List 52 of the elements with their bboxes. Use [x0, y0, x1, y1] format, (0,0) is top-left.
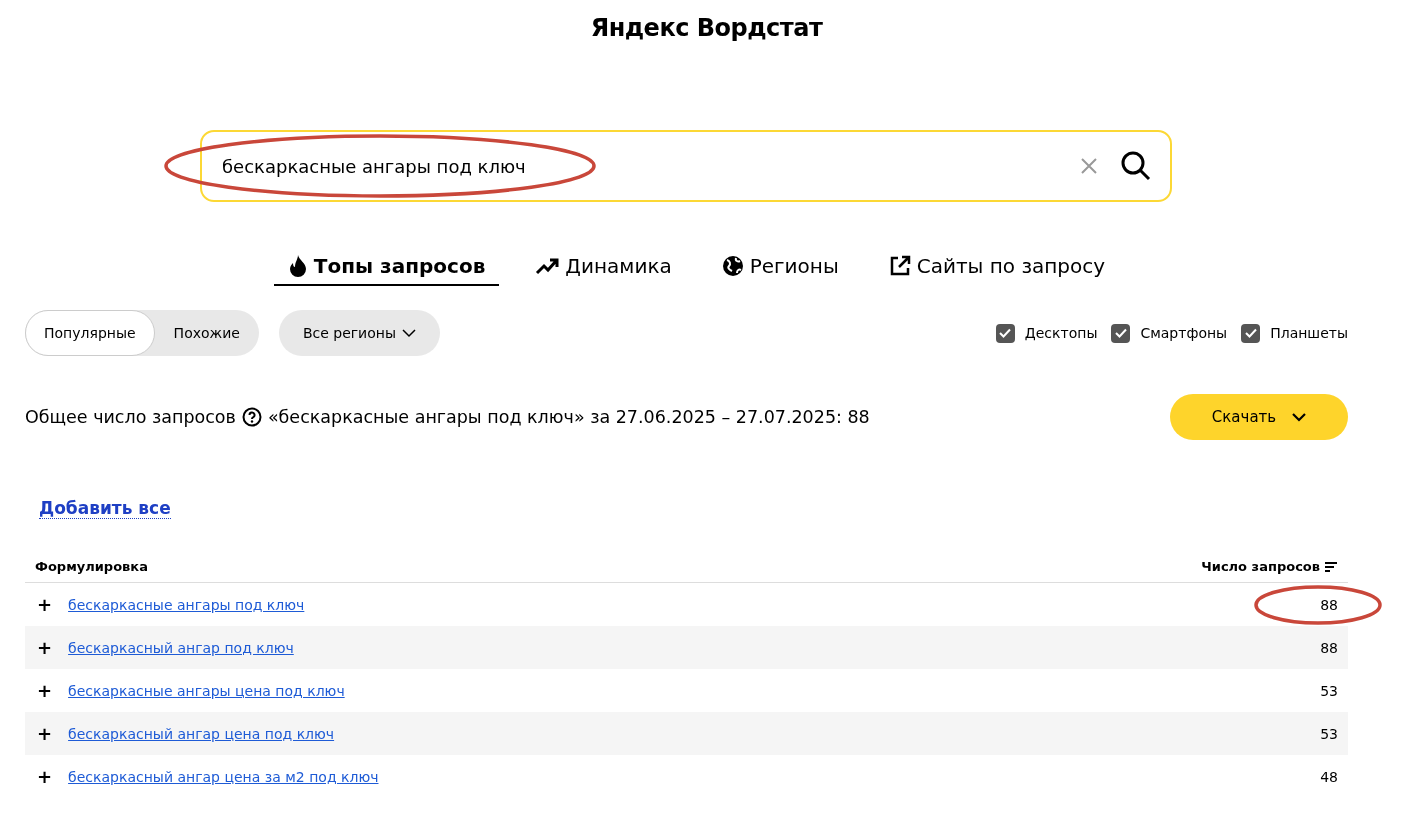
- checkbox-label: Планшеты: [1270, 325, 1348, 341]
- column-header: Формулировка: [35, 559, 148, 574]
- count-cell: 53: [1320, 682, 1338, 699]
- summary-label: Общее число запросов: [25, 407, 236, 427]
- checkbox[interactable]: [1111, 323, 1131, 343]
- mode-option[interactable]: Популярные: [25, 310, 155, 356]
- chevron-down-icon: [1292, 412, 1307, 422]
- add-button[interactable]: +: [37, 723, 53, 744]
- phrase-link[interactable]: бескаркасный ангар цена под ключ: [68, 725, 335, 742]
- trend-arrow-icon: [535, 256, 560, 276]
- count-cell: 53: [1320, 725, 1338, 742]
- add-button[interactable]: +: [37, 594, 53, 615]
- checkbox[interactable]: [1241, 323, 1261, 343]
- search-field[interactable]: бескаркасные ангары под ключ: [200, 130, 1172, 202]
- add-button[interactable]: +: [37, 637, 53, 658]
- checkbox-label: Смартфоны: [1140, 325, 1228, 341]
- add-button[interactable]: +: [37, 680, 53, 701]
- add-button[interactable]: +: [37, 766, 53, 787]
- count-cell: 88: [1320, 639, 1338, 656]
- globe-icon: [721, 255, 744, 277]
- check-icon: [999, 328, 1012, 338]
- external-link-icon: [888, 255, 911, 277]
- summary-text: «бескаркасные ангары под ключ» за 27.06.2025 – 27.07.2025: 88: [267, 407, 870, 427]
- check-icon: [1244, 328, 1257, 338]
- checkbox[interactable]: [995, 323, 1015, 343]
- checkbox-label: Десктопы: [1024, 325, 1098, 341]
- tab[interactable]: Динамика: [521, 254, 686, 286]
- clear-button[interactable]: [1080, 157, 1098, 175]
- tab[interactable]: Топы запросов: [273, 254, 500, 286]
- download-button[interactable]: Скачать: [1170, 394, 1348, 440]
- tab[interactable]: Сайты по запросу: [874, 254, 1120, 286]
- add-all-link[interactable]: Добавить все: [39, 498, 171, 519]
- search-button[interactable]: [1120, 150, 1152, 182]
- phrase-link[interactable]: бескаркасный ангар цена за м2 под ключ: [68, 768, 379, 785]
- phrase-link[interactable]: бескаркасные ангары под ключ: [68, 596, 305, 613]
- sort-icon: [1324, 560, 1338, 573]
- chevron-down-icon: [402, 328, 416, 338]
- flame-icon: [287, 254, 308, 278]
- phrase-link[interactable]: бескаркасный ангар под ключ: [68, 639, 294, 656]
- count-cell: 48: [1320, 768, 1338, 785]
- tab[interactable]: Регионы: [707, 254, 853, 286]
- count-cell: 88: [1320, 596, 1338, 613]
- search-icon: [1120, 150, 1152, 182]
- close-icon: [1080, 157, 1098, 175]
- logo: Яндекс Вордстат: [590, 14, 823, 42]
- mode-option[interactable]: Похожие: [154, 310, 259, 356]
- column-header[interactable]: Число запросов: [1201, 559, 1338, 574]
- help-icon[interactable]: [241, 407, 262, 427]
- region-select[interactable]: Все регионы: [278, 310, 440, 356]
- check-icon: [1114, 328, 1127, 338]
- search-input[interactable]: бескаркасные ангары под ключ: [220, 154, 1058, 178]
- phrase-link[interactable]: бескаркасные ангары цена под ключ: [68, 682, 345, 699]
